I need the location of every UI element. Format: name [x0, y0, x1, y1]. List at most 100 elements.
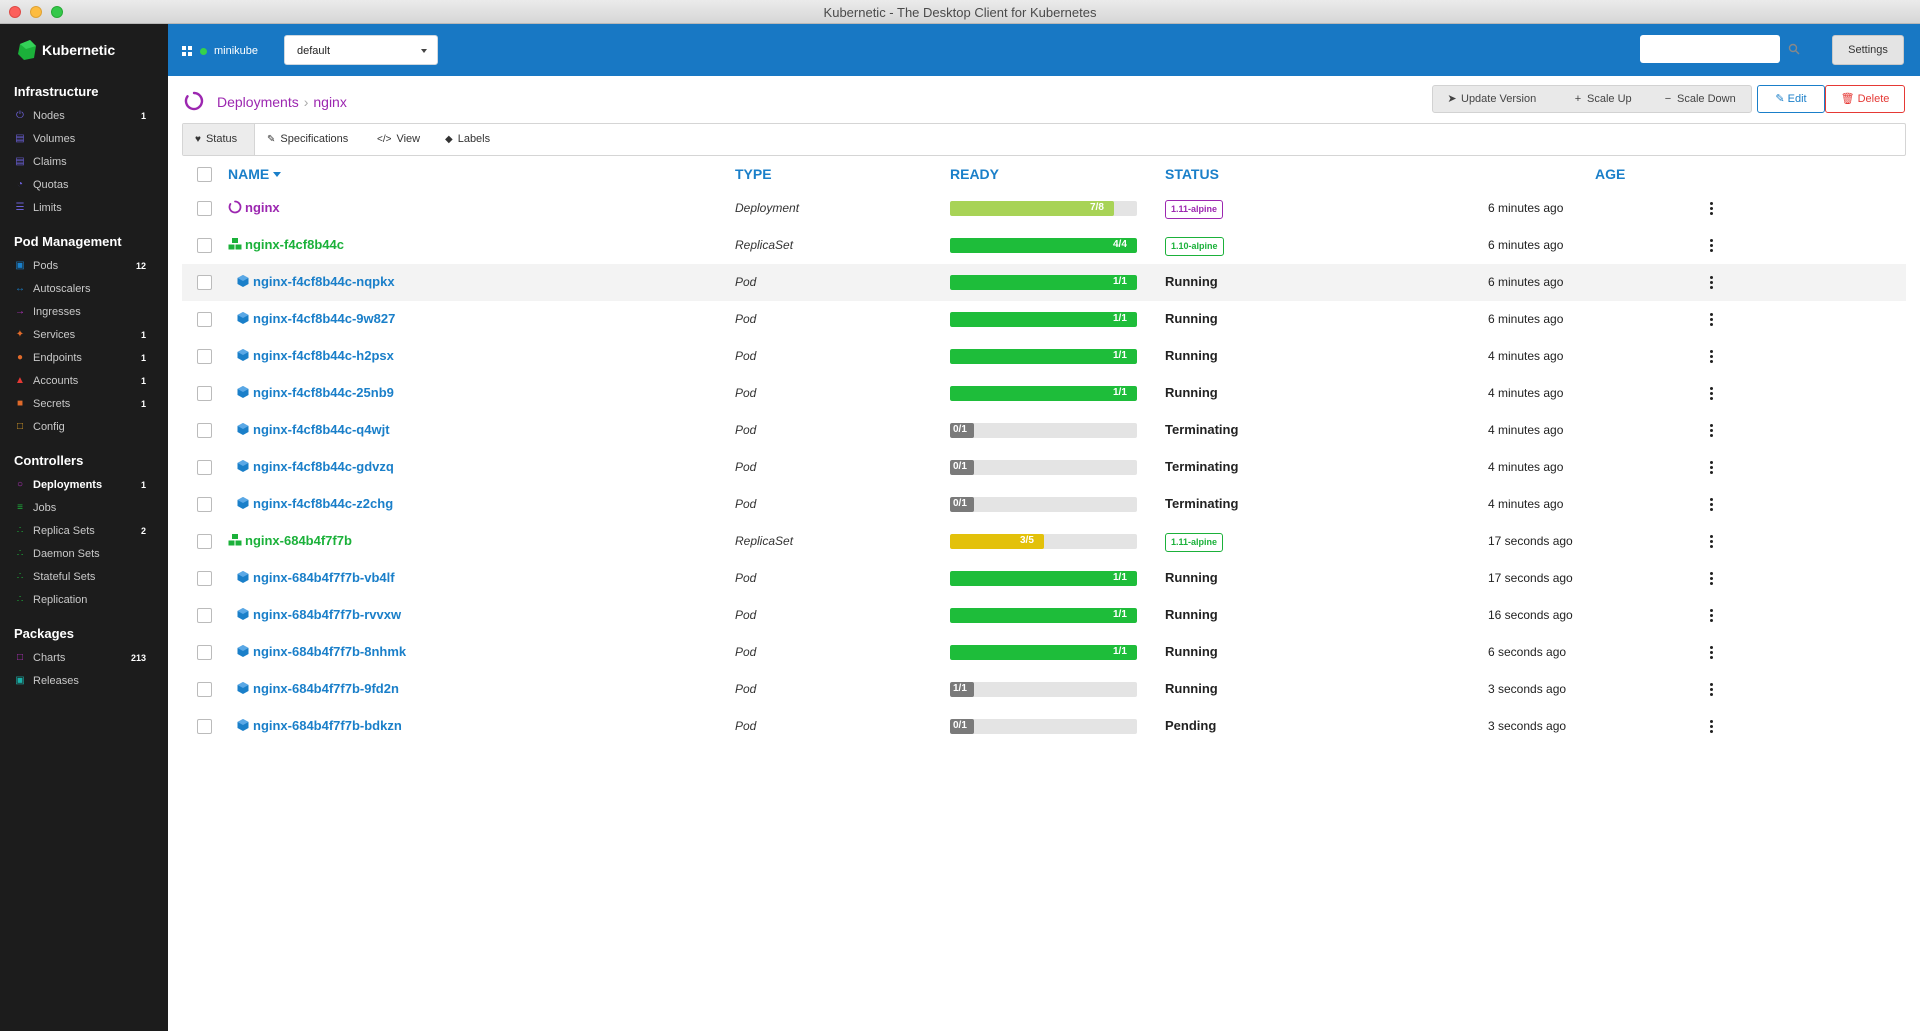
resource-name-link[interactable]: nginx-f4cf8b44c-q4wjt — [236, 422, 390, 437]
table-row[interactable]: nginx-f4cf8b44c-z2chg Pod 0/1 Terminating 4 … — [182, 486, 1906, 523]
ellipsis-vertical-icon[interactable] — [1710, 387, 1714, 401]
sidebar-item-nodes[interactable]: ⏻ Nodes 1 — [0, 105, 168, 128]
resource-name-link[interactable]: nginx-684b4f7f7b — [228, 533, 352, 548]
sidebar-item-autoscalers[interactable]: ↔ Autoscalers — [0, 278, 168, 301]
table-row[interactable]: nginx-f4cf8b44c-q4wjt Pod 0/1 Terminating 4 … — [182, 412, 1906, 449]
delete-button[interactable]: 🗑 Delete — [1825, 85, 1905, 113]
row-checkbox[interactable] — [197, 497, 212, 512]
row-checkbox[interactable] — [197, 349, 212, 364]
column-header-name[interactable]: NAME — [228, 166, 282, 182]
search-icon[interactable] — [1788, 43, 1800, 55]
ellipsis-vertical-icon[interactable] — [1710, 683, 1714, 697]
row-checkbox[interactable] — [197, 571, 212, 586]
table-row[interactable]: nginx-f4cf8b44c-gdvzq Pod 0/1 Terminating 4 … — [182, 449, 1906, 486]
resource-name-link[interactable]: nginx-f4cf8b44c-9w827 — [236, 311, 395, 326]
ellipsis-vertical-icon[interactable] — [1710, 424, 1714, 438]
tab-status[interactable]: ♥ Status — [183, 124, 255, 155]
sidebar-item-endpoints[interactable]: ● Endpoints 1 — [0, 347, 168, 370]
row-checkbox[interactable] — [197, 386, 212, 401]
resource-name-link[interactable]: nginx-684b4f7f7b-rvvxw — [236, 607, 401, 622]
sidebar-item-claims[interactable]: ▤ Claims — [0, 151, 168, 174]
tab-labels[interactable]: ◆ Labels — [445, 124, 490, 155]
ellipsis-vertical-icon[interactable] — [1710, 572, 1714, 586]
resource-name-link[interactable]: nginx — [228, 200, 280, 215]
resource-name-link[interactable]: nginx-f4cf8b44c-25nb9 — [236, 385, 394, 400]
sidebar-item-charts[interactable]: □ Charts 213 — [0, 647, 168, 670]
resource-name-link[interactable]: nginx-f4cf8b44c-gdvzq — [236, 459, 394, 474]
row-checkbox[interactable] — [197, 719, 212, 734]
cluster-name[interactable]: minikube — [214, 45, 258, 57]
ellipsis-vertical-icon[interactable] — [1710, 239, 1714, 253]
row-checkbox[interactable] — [197, 682, 212, 697]
ellipsis-vertical-icon[interactable] — [1710, 720, 1714, 734]
row-checkbox[interactable] — [197, 275, 212, 290]
table-row[interactable]: nginx-684b4f7f7b ReplicaSet 3/5 1.11-alpine… — [182, 523, 1906, 560]
ellipsis-vertical-icon[interactable] — [1710, 609, 1714, 623]
ellipsis-vertical-icon[interactable] — [1710, 350, 1714, 364]
sidebar-item-daemon-sets[interactable]: ∴ Daemon Sets — [0, 543, 168, 566]
sidebar-item-quotas[interactable]: ◔ Quotas — [0, 174, 168, 197]
scale-up-button[interactable]: + Scale Up — [1573, 86, 1632, 112]
sidebar-item-releases[interactable]: ▣ Releases — [0, 670, 168, 693]
sidebar-item-accounts[interactable]: ▲ Accounts 1 — [0, 370, 168, 393]
table-row[interactable]: nginx-684b4f7f7b-vb4lf Pod 1/1 Running 17 se… — [182, 560, 1906, 597]
sidebar-item-pods[interactable]: ▣ Pods 12 — [0, 255, 168, 278]
sidebar-item-secrets[interactable]: ■ Secrets 1 — [0, 393, 168, 416]
ellipsis-vertical-icon[interactable] — [1710, 276, 1714, 290]
table-row[interactable]: nginx-684b4f7f7b-rvvxw Pod 1/1 Running 16 se… — [182, 597, 1906, 634]
resource-name-link[interactable]: nginx-684b4f7f7b-9fd2n — [236, 681, 399, 696]
table-row[interactable]: nginx-684b4f7f7b-9fd2n Pod 1/1 Running 3 sec… — [182, 671, 1906, 708]
ellipsis-vertical-icon[interactable] — [1710, 498, 1714, 512]
sidebar-item-replication[interactable]: ∴ Replication — [0, 589, 168, 612]
ellipsis-vertical-icon[interactable] — [1710, 313, 1714, 327]
tab-specifications[interactable]: ✎ Specifications — [267, 124, 348, 155]
table-row[interactable]: nginx-684b4f7f7b-8nhmk Pod 1/1 Running 6 sec… — [182, 634, 1906, 671]
select-all-checkbox[interactable] — [197, 167, 212, 182]
resource-name-link[interactable]: nginx-f4cf8b44c-h2psx — [236, 348, 394, 363]
update-version-button[interactable]: ➤ Update Version — [1447, 86, 1536, 112]
row-checkbox[interactable] — [197, 201, 212, 216]
grid-icon[interactable] — [182, 46, 192, 56]
row-checkbox[interactable] — [197, 238, 212, 253]
row-checkbox[interactable] — [197, 423, 212, 438]
resource-name-link[interactable]: nginx-f4cf8b44c-z2chg — [236, 496, 393, 511]
table-row[interactable]: nginx-f4cf8b44c ReplicaSet 4/4 1.10-alpine 6… — [182, 227, 1906, 264]
resource-name-link[interactable]: nginx-f4cf8b44c-nqpkx — [236, 274, 395, 289]
resource-name-link[interactable]: nginx-684b4f7f7b-vb4lf — [236, 570, 395, 585]
table-row[interactable]: nginx-684b4f7f7b-bdkzn Pod 0/1 Pending 3 sec… — [182, 708, 1906, 745]
edit-button[interactable]: ✎ Edit — [1757, 85, 1825, 113]
sidebar-item-volumes[interactable]: ▤ Volumes — [0, 128, 168, 151]
sidebar-item-services[interactable]: ✦ Services 1 — [0, 324, 168, 347]
brand[interactable]: Kubernetic — [0, 24, 168, 76]
table-row[interactable]: nginx Deployment 7/8 1.11-alpine 6 minutes a… — [182, 190, 1906, 227]
sidebar-item-config[interactable]: □ Config — [0, 416, 168, 439]
sidebar-item-replica-sets[interactable]: ∴ Replica Sets 2 — [0, 520, 168, 543]
namespace-select[interactable]: default — [284, 35, 438, 65]
row-checkbox[interactable] — [197, 645, 212, 660]
row-checkbox[interactable] — [197, 312, 212, 327]
row-checkbox[interactable] — [197, 608, 212, 623]
resource-name-link[interactable]: nginx-684b4f7f7b-bdkzn — [236, 718, 402, 733]
ellipsis-vertical-icon[interactable] — [1710, 535, 1714, 549]
sidebar-item-ingresses[interactable]: → Ingresses — [0, 301, 168, 324]
table-row[interactable]: nginx-f4cf8b44c-h2psx Pod 1/1 Running 4 minu… — [182, 338, 1906, 375]
sidebar-item-limits[interactable]: ☰ Limits — [0, 197, 168, 220]
ellipsis-vertical-icon[interactable] — [1710, 646, 1714, 660]
settings-button[interactable]: Settings — [1832, 35, 1904, 65]
table-row[interactable]: nginx-f4cf8b44c-25nb9 Pod 1/1 Running 4 minu… — [182, 375, 1906, 412]
resource-name-link[interactable]: nginx-f4cf8b44c — [228, 237, 344, 252]
breadcrumb-deployments-link[interactable]: Deployments — [217, 94, 299, 110]
sidebar-item-deployments[interactable]: ○ Deployments 1 — [0, 474, 168, 497]
scale-down-button[interactable]: − Scale Down — [1663, 86, 1736, 112]
resource-name-link[interactable]: nginx-684b4f7f7b-8nhmk — [236, 644, 406, 659]
ellipsis-vertical-icon[interactable] — [1710, 461, 1714, 475]
sidebar-item-stateful-sets[interactable]: ∴ Stateful Sets — [0, 566, 168, 589]
sidebar-item-jobs[interactable]: ≡ Jobs — [0, 497, 168, 520]
table-row[interactable]: nginx-f4cf8b44c-9w827 Pod 1/1 Running 6 minu… — [182, 301, 1906, 338]
row-checkbox[interactable] — [197, 460, 212, 475]
table-row[interactable]: nginx-f4cf8b44c-nqpkx Pod 1/1 Running 6 minu… — [182, 264, 1906, 301]
tab-view[interactable]: </> View — [377, 124, 420, 155]
search-input[interactable] — [1640, 35, 1780, 63]
ellipsis-vertical-icon[interactable] — [1710, 202, 1714, 216]
row-checkbox[interactable] — [197, 534, 212, 549]
